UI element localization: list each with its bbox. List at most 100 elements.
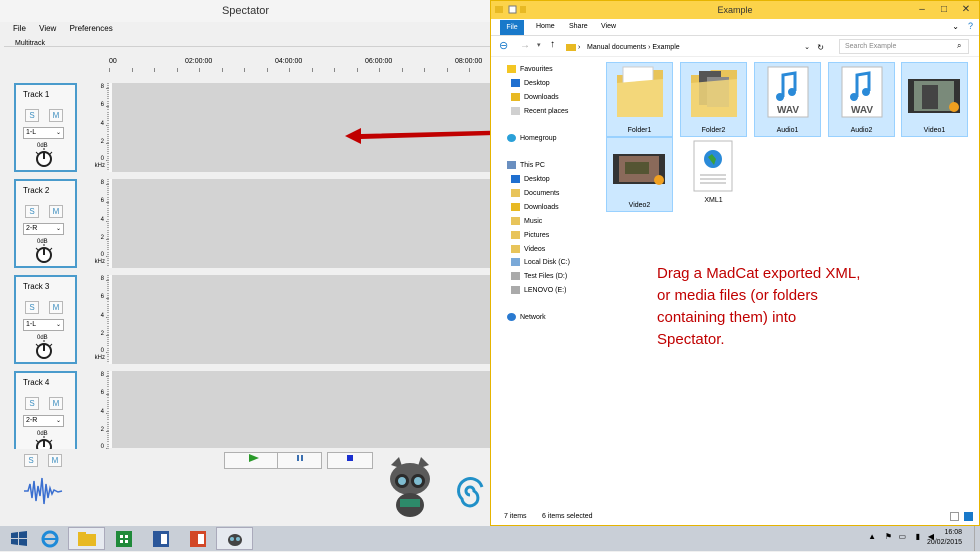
track-lane[interactable] bbox=[109, 275, 491, 364]
taskbar-word[interactable] bbox=[142, 527, 179, 550]
mute-button[interactable]: M bbox=[49, 397, 63, 410]
track-lane[interactable] bbox=[109, 179, 491, 268]
nav-pc-desktop[interactable]: Desktop bbox=[511, 175, 550, 183]
scale-label: 4 bbox=[100, 121, 104, 127]
channel-value: 2-R bbox=[26, 417, 38, 424]
file-item-video1[interactable]: Video1 bbox=[901, 62, 968, 137]
maximize-button[interactable]: □ bbox=[933, 1, 955, 19]
video-file-icon bbox=[613, 154, 665, 185]
nav-recent-places[interactable]: Recent places bbox=[511, 107, 568, 115]
clock[interactable]: 16:08 20/02/2015 bbox=[927, 528, 962, 548]
track-panel[interactable]: Track 2 S M 2-R ⌄ 0dB bbox=[14, 179, 77, 268]
master-mute-button[interactable]: M bbox=[48, 454, 62, 467]
nav-desktop[interactable]: Desktop bbox=[511, 79, 550, 87]
channel-select[interactable]: 1-L ⌄ bbox=[23, 127, 64, 139]
tray-flag-icon[interactable]: ⚑ bbox=[885, 532, 892, 541]
recent-dropdown-icon[interactable]: ▾ bbox=[537, 41, 541, 49]
scale-label: 2 bbox=[100, 139, 104, 145]
nav-test-files[interactable]: Test Files (D:) bbox=[511, 272, 567, 280]
nav-pictures[interactable]: Pictures bbox=[511, 231, 549, 239]
file-item-folder1[interactable]: Folder1 bbox=[606, 62, 673, 137]
forward-icon[interactable]: → bbox=[520, 40, 530, 51]
channel-select[interactable]: 1-L ⌄ bbox=[23, 319, 64, 331]
track-name: Track 3 bbox=[23, 282, 50, 291]
nav-music[interactable]: Music bbox=[511, 217, 542, 225]
search-input[interactable]: Search Example bbox=[839, 39, 969, 54]
mute-button[interactable]: M bbox=[49, 301, 63, 314]
close-button[interactable]: ✕ bbox=[955, 1, 977, 19]
nav-local-disk[interactable]: Local Disk (C:) bbox=[511, 258, 570, 266]
nav-videos[interactable]: Videos bbox=[511, 245, 545, 253]
address-dropdown-icon[interactable]: ⌄ bbox=[804, 40, 810, 55]
nav-network[interactable]: Network bbox=[507, 313, 546, 321]
nav-downloads[interactable]: Downloads bbox=[511, 93, 559, 101]
stop-button[interactable] bbox=[327, 452, 373, 469]
help-icon[interactable]: ? bbox=[968, 21, 973, 31]
scale-label: 8 bbox=[100, 180, 104, 186]
gain-knob-icon[interactable] bbox=[34, 148, 54, 168]
nav-homegroup[interactable]: Homegroup bbox=[507, 134, 557, 142]
gain-knob-icon[interactable] bbox=[34, 340, 54, 360]
file-item-audio1[interactable]: WAV Audio1 bbox=[754, 62, 821, 137]
back-icon[interactable]: ⊖ bbox=[499, 39, 508, 52]
taskbar-powerpoint[interactable] bbox=[179, 527, 216, 550]
show-desktop-button[interactable] bbox=[974, 526, 980, 551]
pause-button[interactable] bbox=[277, 452, 322, 469]
channel-value: 1-L bbox=[26, 321, 37, 328]
solo-button[interactable]: S bbox=[25, 301, 39, 314]
ribbon-expand-icon[interactable]: ⌄ bbox=[952, 22, 959, 31]
waveform-icon bbox=[24, 477, 63, 505]
tab-home[interactable]: Home bbox=[536, 23, 555, 30]
menu-preferences[interactable]: Preferences bbox=[70, 24, 113, 33]
file-item-xml1[interactable]: XML1 bbox=[680, 137, 747, 212]
nav-lenovo[interactable]: LENOVO (E:) bbox=[511, 286, 566, 294]
breadcrumb-manual-documents[interactable]: Manual documents bbox=[587, 44, 646, 51]
channel-select[interactable]: 2-R ⌄ bbox=[23, 415, 64, 427]
menu-file[interactable]: File bbox=[13, 24, 26, 33]
track-panel[interactable]: Track 1 S M 1-L ⌄ 0dB bbox=[14, 83, 77, 172]
tray-power-icon[interactable]: ▭ bbox=[898, 532, 906, 541]
refresh-icon[interactable]: ↻ bbox=[817, 40, 824, 55]
up-icon[interactable]: ↑ bbox=[550, 39, 555, 50]
tab-share[interactable]: Share bbox=[569, 23, 588, 30]
track-panel[interactable]: Track 4 S M 2-R ⌄ 0dB bbox=[14, 371, 77, 460]
scale-label: 0 bbox=[100, 348, 104, 354]
ruler-tick bbox=[379, 68, 380, 72]
address-bar[interactable]: › Manual documents › Example ⌄ ↻ bbox=[561, 39, 829, 54]
tray-network-icon[interactable]: ▮ bbox=[916, 532, 920, 541]
taskbar-explorer[interactable] bbox=[68, 527, 105, 550]
mute-button[interactable]: M bbox=[49, 109, 63, 122]
tray-expand-icon[interactable]: ▲ bbox=[868, 532, 876, 541]
details-view-icon[interactable] bbox=[950, 512, 959, 521]
gain-knob-icon[interactable] bbox=[34, 244, 54, 264]
mute-button[interactable]: M bbox=[49, 205, 63, 218]
menu-view[interactable]: View bbox=[39, 24, 56, 33]
master-solo-button[interactable]: S bbox=[24, 454, 38, 467]
wav-file-icon: WAV bbox=[841, 66, 883, 118]
file-item-video2[interactable]: Video2 bbox=[606, 137, 673, 212]
file-item-audio2[interactable]: WAV Audio2 bbox=[828, 62, 895, 137]
play-button[interactable] bbox=[224, 452, 284, 469]
nav-pc-downloads[interactable]: Downloads bbox=[511, 203, 559, 211]
breadcrumb-example[interactable]: Example bbox=[652, 44, 679, 51]
file-item-folder2[interactable]: Folder2 bbox=[680, 62, 747, 137]
nav-favourites[interactable]: Favourites bbox=[507, 65, 553, 73]
file-explorer-icon bbox=[77, 532, 96, 546]
tab-view[interactable]: View bbox=[601, 23, 616, 30]
track-panel[interactable]: Track 3 S M 1-L ⌄ 0dB bbox=[14, 275, 77, 364]
solo-button[interactable]: S bbox=[25, 109, 39, 122]
large-icons-view-icon[interactable] bbox=[964, 512, 973, 521]
taskbar-store[interactable] bbox=[105, 527, 142, 550]
nav-documents[interactable]: Documents bbox=[511, 189, 559, 197]
tab-file[interactable]: File bbox=[500, 20, 524, 35]
solo-button[interactable]: S bbox=[25, 397, 39, 410]
taskbar-ie[interactable] bbox=[31, 527, 68, 550]
solo-button[interactable]: S bbox=[25, 205, 39, 218]
nav-this-pc[interactable]: This PC bbox=[507, 161, 545, 169]
time-ruler[interactable]: 00 02:00:00 04:00:00 06:00:00 08:00:00 bbox=[109, 58, 491, 72]
ruler-label: 04:00:00 bbox=[275, 58, 303, 65]
track-lane[interactable] bbox=[109, 371, 491, 448]
channel-select[interactable]: 2-R ⌄ bbox=[23, 223, 64, 235]
minimize-button[interactable]: – bbox=[911, 1, 933, 19]
taskbar-spectator[interactable] bbox=[216, 527, 253, 550]
